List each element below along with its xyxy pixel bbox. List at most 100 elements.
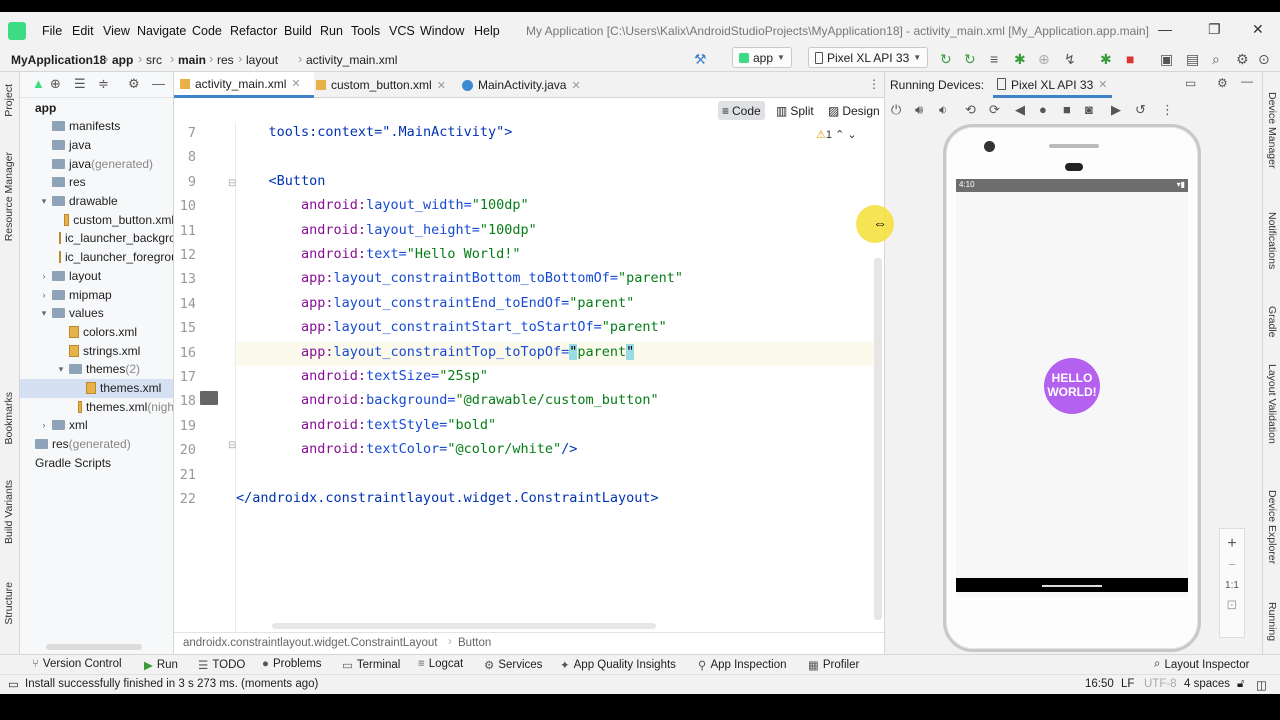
chevron-down-icon[interactable]: ▾ (39, 308, 49, 319)
chevron-right-icon[interactable]: › (39, 290, 49, 300)
reset-icon[interactable]: ↺ (1135, 102, 1146, 118)
fit-screen-icon[interactable]: ⊡ (1220, 591, 1244, 613)
panel-toggle-icon[interactable]: ▭ (8, 677, 19, 691)
layout-inspector-button[interactable]: ⌕ Layout Inspector (1154, 658, 1249, 671)
file-encoding[interactable]: UTF-8 (1144, 678, 1177, 690)
tree-item[interactable]: themes.xml (nigh (20, 397, 173, 416)
code-line[interactable]: app:layout_constraintStart_toStartOf="pa… (236, 317, 876, 341)
volume-up-icon[interactable]: 🔊︎ (915, 102, 923, 118)
caret-position[interactable]: 16:50 (1085, 678, 1114, 690)
breadcrumb-item[interactable]: MyApplication18 (11, 53, 106, 67)
device-screen[interactable]: 4:10 ▾▮ HELLO WORLD! (956, 179, 1188, 597)
tree-item[interactable]: › layout (20, 266, 173, 285)
apply-code-changes-icon[interactable]: ↻ (964, 51, 976, 68)
chevron-down-icon[interactable]: ▾ (56, 364, 66, 375)
breadcrumb-item[interactable]: app (112, 53, 133, 67)
menu-tools[interactable]: Tools (351, 24, 380, 38)
tab-pixel-xl[interactable]: Pixel XL API 33 ✕ (993, 72, 1112, 98)
collapse-all-icon[interactable]: ☰ (74, 76, 86, 92)
minimize-icon[interactable]: — (1158, 21, 1172, 37)
breadcrumb-item[interactable]: res (217, 53, 234, 67)
tree-item[interactable]: custom_button.xml (20, 210, 173, 229)
close-icon[interactable]: ✕ (437, 79, 446, 92)
code-line[interactable]: </androidx.constraintlayout.widget.Const… (236, 488, 876, 512)
code-mode-button[interactable]: ≡ Code (718, 101, 765, 120)
debug-icon[interactable]: ✱ (1014, 51, 1026, 68)
code-line[interactable]: android:textStyle="bold" (236, 415, 876, 439)
rotate-right-icon[interactable]: ⟳ (989, 102, 1000, 118)
chevron-right-icon[interactable]: › (39, 271, 49, 281)
tree-item[interactable]: manifests (20, 117, 173, 136)
run-config-select[interactable]: app ▼ (732, 47, 792, 68)
zoom-in-button[interactable]: + (1220, 529, 1244, 553)
tool-todo[interactable]: ☰ TODO (198, 658, 245, 672)
indent-setting[interactable]: 4 spaces (1184, 678, 1230, 690)
tool-version-control[interactable]: ⑂ Version Control (32, 658, 122, 670)
search-icon[interactable]: ⌕ (1212, 51, 1220, 68)
menu-file[interactable]: File (42, 24, 62, 38)
lock-icon[interactable]: 🔓︎ (1237, 678, 1244, 691)
code-area[interactable]: tools:context=".MainActivity"> <Button a… (236, 122, 876, 652)
tree-item[interactable]: app (20, 98, 173, 117)
tool-notifications[interactable]: Notifications (1266, 212, 1278, 269)
tool-app-inspection[interactable]: ⚲ App Inspection (698, 658, 787, 672)
menu-help[interactable]: Help (474, 24, 500, 38)
tool-run[interactable]: ▶ Run (144, 658, 178, 672)
expand-all-icon[interactable]: ≑ (98, 76, 109, 92)
close-icon[interactable]: ✕ (291, 77, 300, 90)
locate-icon[interactable]: ⊕ (50, 76, 61, 92)
sdk-manager-icon[interactable]: ▣ (1160, 51, 1173, 68)
menu-refactor[interactable]: Refactor (230, 24, 277, 38)
menu-window[interactable]: Window (420, 24, 464, 38)
more-icon[interactable]: ⋮ (1161, 102, 1174, 118)
account-icon[interactable]: ⊙ (1258, 51, 1270, 68)
hello-world-button[interactable]: HELLO WORLD! (1044, 358, 1100, 414)
actual-size-button[interactable]: 1:1 (1220, 572, 1244, 591)
menu-view[interactable]: View (103, 24, 130, 38)
tree-item[interactable]: ▾ drawable (20, 192, 173, 211)
zoom-out-button[interactable]: − (1220, 553, 1244, 572)
tool-app-quality-insights[interactable]: ✦ App Quality Insights (560, 658, 676, 672)
menu-code[interactable]: Code (192, 24, 222, 38)
code-line[interactable] (236, 464, 876, 488)
apply-changes-icon[interactable]: ↻ (940, 51, 952, 68)
more-tabs-icon[interactable]: ⋮ (868, 77, 880, 91)
breadcrumb-item[interactable]: main (178, 53, 206, 67)
breadcrumb-item[interactable]: androidx.constraintlayout.widget.Constra… (183, 637, 437, 649)
tool-build-variants[interactable]: Build Variants (3, 480, 15, 544)
sync-icon[interactable]: ≡ (990, 51, 998, 67)
volume-down-icon[interactable]: 🔉︎ (939, 102, 947, 118)
code-line[interactable]: app:layout_constraintBottom_toBottomOf="… (236, 268, 876, 292)
breadcrumb-item[interactable]: Button (458, 637, 491, 649)
tree-item[interactable]: res (20, 173, 173, 192)
code-line[interactable]: android:layout_height="100dp" (236, 220, 876, 244)
hide-icon[interactable]: — (1241, 74, 1253, 88)
stop-icon[interactable]: ■ (1126, 51, 1134, 67)
gear-icon[interactable]: ⚙ (1217, 76, 1228, 90)
editor-scrollbar[interactable] (874, 258, 882, 620)
tool-logcat[interactable]: ≡ Logcat (418, 658, 463, 670)
tree-item[interactable]: colors.xml (20, 322, 173, 341)
menu-run[interactable]: Run (320, 24, 343, 38)
tab-custom-button[interactable]: custom_button.xml ✕ (310, 72, 452, 98)
video-icon[interactable]: ▶ (1111, 102, 1121, 118)
chevron-right-icon[interactable]: › (39, 420, 49, 430)
tree-item[interactable]: ▾ themes (2) (20, 360, 173, 379)
code-line[interactable]: app:layout_constraintTop_toTopOf= "parent… (236, 341, 876, 366)
menu-navigate[interactable]: Navigate (137, 24, 186, 38)
breadcrumb-item[interactable]: layout (246, 53, 278, 67)
home-icon[interactable]: ● (1039, 102, 1047, 117)
overview-icon[interactable]: ■ (1063, 102, 1071, 117)
gear-icon[interactable]: ⚙ (1236, 51, 1249, 68)
editor-hscrollbar[interactable] (272, 623, 656, 629)
menu-vcs[interactable]: VCS (389, 24, 415, 38)
power-icon[interactable]: ⏻ (891, 102, 901, 118)
tool-device-manager[interactable]: Device Manager (1266, 92, 1278, 168)
tool-layout-validation[interactable]: Layout Validation (1266, 364, 1278, 444)
tab-activity-main[interactable]: activity_main.xml ✕ (174, 72, 314, 98)
camera-icon[interactable]: ◙ (1085, 102, 1093, 117)
tree-item[interactable]: themes.xml (20, 378, 173, 398)
tree-item[interactable]: java (20, 135, 173, 154)
avd-manager-icon[interactable]: ▤ (1186, 51, 1199, 68)
tool-gradle[interactable]: Gradle (1266, 306, 1278, 338)
